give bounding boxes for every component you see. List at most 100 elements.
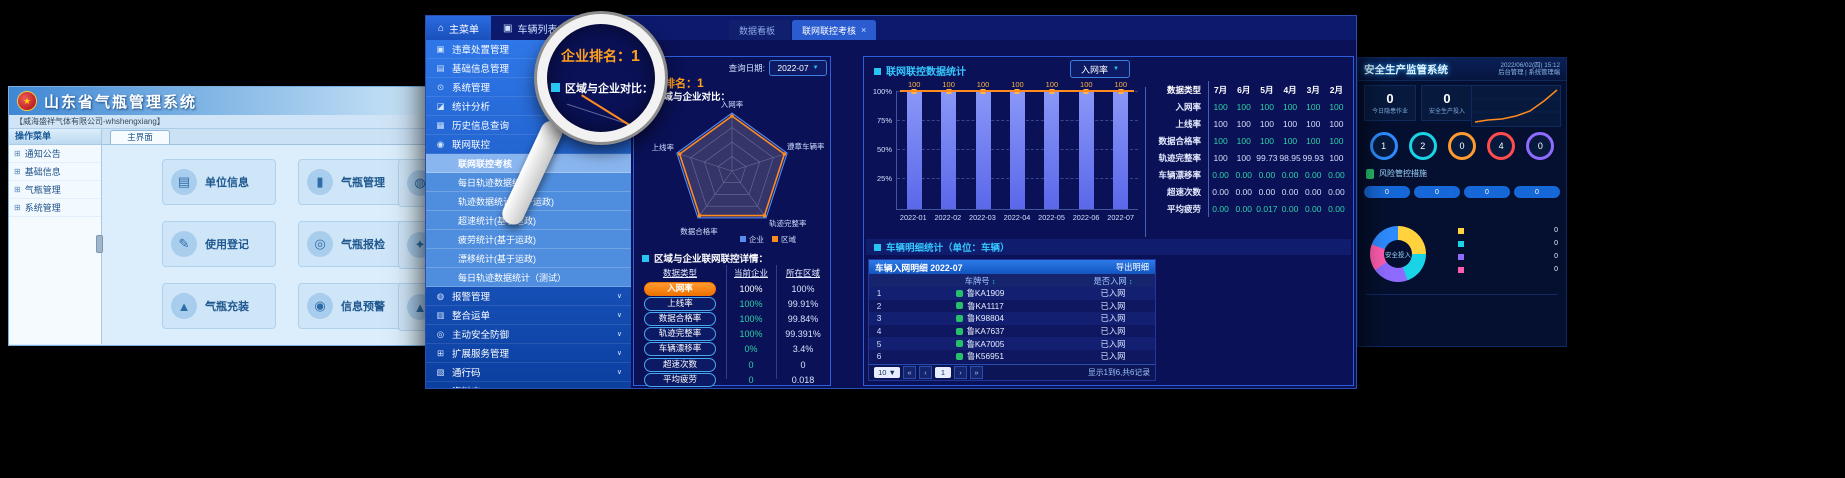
- monthly-value: 100: [1325, 153, 1348, 163]
- next-page-button[interactable]: ›: [954, 366, 967, 379]
- monthly-value: 0.00: [1278, 204, 1301, 214]
- vehicle-row[interactable]: 4 鲁KA7637 已入网: [869, 325, 1155, 338]
- export-button[interactable]: 导出明细: [1116, 261, 1149, 273]
- sidebar-menu-item[interactable]: 疲劳统计(基于运政): [426, 230, 631, 249]
- stat-tile: 0 今日隐患作业: [1364, 85, 1416, 121]
- metric-pill-button[interactable]: 上线率: [644, 297, 716, 311]
- metric-pill-button[interactable]: 车辆漂移率: [644, 342, 716, 356]
- detail-row: 入网率 100% 100%: [634, 281, 830, 296]
- stat-label: 今日隐患作业: [1372, 106, 1408, 115]
- plate-number: 鲁KA7005: [967, 338, 1005, 350]
- row-index: 1: [869, 288, 889, 298]
- shortcut-button[interactable]: ▲ 气瓶充装: [162, 283, 276, 329]
- bar: [907, 91, 922, 209]
- region-value: 0: [776, 360, 830, 370]
- sidebar-menu-item[interactable]: 超速统计(基于运政): [426, 211, 631, 230]
- monthly-value: 100: [1209, 102, 1232, 112]
- page-number-input[interactable]: 1: [935, 367, 951, 378]
- shortcut-button[interactable]: ▤ 单位信息: [162, 159, 276, 205]
- shortcut-button[interactable]: ✎ 使用登记: [162, 221, 276, 267]
- current-enterprise-value: 100%: [726, 314, 776, 324]
- bar-column[interactable]: 100: [1113, 91, 1128, 209]
- status-column-header[interactable]: 是否入网 ↕: [1071, 275, 1155, 287]
- monthly-value: 100: [1232, 153, 1255, 163]
- tab-main[interactable]: 主界面: [110, 130, 170, 144]
- bar-column[interactable]: 100: [1044, 91, 1059, 209]
- sidebar-menu-item[interactable]: 漂移统计(基于运政): [426, 249, 631, 268]
- metric-pill-button[interactable]: 平均疲劳: [644, 373, 716, 387]
- metric-pill-button[interactable]: 数据合格率: [644, 312, 716, 326]
- metric-dropdown[interactable]: 入网率 ▼: [1070, 60, 1130, 78]
- shortcut-button[interactable]: ◉ 信息预警: [298, 283, 412, 329]
- sidebar-menu-item[interactable]: ◫ 资料库 ∨: [426, 382, 631, 388]
- dashboard-tab[interactable]: 联网联控考核 ×: [792, 20, 876, 40]
- main-menu-button[interactable]: ⌂ 主菜单: [426, 16, 491, 40]
- monthly-value: 0.00: [1209, 204, 1232, 214]
- sidebar-item-label: 气瓶管理: [25, 183, 61, 196]
- metric-pill-button[interactable]: 超速次数: [644, 358, 716, 372]
- legend-swatch-icon: [1458, 228, 1464, 234]
- action-pill-button[interactable]: 0: [1514, 186, 1560, 198]
- prev-page-button[interactable]: ‹: [919, 366, 932, 379]
- metric-pill-button[interactable]: 轨迹完整率: [644, 327, 716, 341]
- vehicle-row[interactable]: 3 鲁K98804 已入网: [869, 312, 1155, 325]
- monthly-row: 入网率 100 100 100 100 100 100: [1149, 98, 1348, 115]
- expand-icon[interactable]: ⊞: [14, 185, 21, 194]
- sidebar-menu-item[interactable]: ⊞ 扩展服务管理 ∨: [426, 344, 631, 363]
- sidebar-menu-item[interactable]: ◍ 报警管理 ∨: [426, 287, 631, 306]
- chevron-down-icon: ∨: [617, 311, 622, 319]
- splitter-handle[interactable]: [96, 235, 103, 253]
- expand-icon[interactable]: ⊞: [14, 149, 21, 158]
- shortcut-label: 使用登记: [205, 236, 249, 252]
- magnified-enterprise-rank: 企业排名：1: [561, 46, 640, 66]
- monthly-value: 100: [1255, 119, 1278, 129]
- admin-label[interactable]: 后台管理: [1498, 69, 1523, 76]
- last-page-button[interactable]: »: [970, 366, 983, 379]
- page-size-select[interactable]: 10▼: [874, 367, 900, 378]
- network-status: 已入网: [1071, 287, 1155, 299]
- sidebar-menu-item[interactable]: 每日轨迹数据统计（测试）: [426, 268, 631, 287]
- sort-icon: ↕: [1129, 279, 1133, 286]
- query-date-select[interactable]: 2022-07 ▼: [769, 60, 827, 76]
- action-pill-button[interactable]: 0: [1364, 186, 1410, 198]
- vehicle-row[interactable]: 1 鲁KA1909 已入网: [869, 287, 1155, 300]
- plate-column-header[interactable]: 车牌号 ↕: [889, 275, 1071, 287]
- first-page-button[interactable]: «: [903, 366, 916, 379]
- menu-item-icon: ▣: [435, 44, 446, 55]
- vehicle-list-label: 车辆列表: [518, 21, 558, 36]
- sidebar-item[interactable]: ⊞ 气瓶管理: [9, 181, 101, 199]
- vehicle-row[interactable]: 6 鲁K56951 已入网: [869, 350, 1155, 363]
- bar-column[interactable]: 100: [1079, 91, 1094, 209]
- bar-column[interactable]: 100: [941, 91, 956, 209]
- action-pill-button[interactable]: 0: [1414, 186, 1460, 198]
- sidebar-menu-item[interactable]: ▥ 整合运单 ∨: [426, 306, 631, 325]
- menu-item-icon: ▥: [435, 310, 446, 321]
- sidebar-item-label: 通知公告: [25, 147, 61, 160]
- radar-axis-label: 轨迹完整率: [769, 218, 807, 228]
- shortcut-icon: ◉: [307, 293, 333, 319]
- expand-icon[interactable]: ⊞: [14, 167, 21, 176]
- dashboard-tab[interactable]: 数据看板: [729, 20, 790, 40]
- bar-column[interactable]: 100: [976, 91, 991, 209]
- sidebar-item[interactable]: ⊞ 基础信息: [9, 163, 101, 181]
- bar-column[interactable]: 100: [907, 91, 922, 209]
- sidebar-item[interactable]: ⊞ 系统管理: [9, 199, 101, 217]
- close-icon[interactable]: ×: [861, 25, 866, 35]
- vehicle-row[interactable]: 2 鲁KA1117 已入网: [869, 300, 1155, 313]
- detail-row: 超速次数 0 0: [634, 357, 830, 372]
- sidebar-menu-item[interactable]: ▨ 通行码 ∨: [426, 363, 631, 382]
- monthly-value: 0.00: [1232, 187, 1255, 197]
- menu-item-icon: ◎: [435, 329, 446, 340]
- bar-column[interactable]: 100: [1010, 91, 1025, 209]
- vehicle-row[interactable]: 5 鲁KA7005 已入网: [869, 337, 1155, 350]
- metric-pill-button[interactable]: 入网率: [644, 282, 716, 296]
- sidebar-item[interactable]: ⊞ 通知公告: [9, 145, 101, 163]
- shortcut-button[interactable]: ▮ 气瓶管理: [298, 159, 412, 205]
- sidebar-menu-item[interactable]: ◎ 主动安全防御 ∨: [426, 325, 631, 344]
- truck-icon: [956, 353, 963, 360]
- expand-icon[interactable]: ⊞: [14, 203, 21, 212]
- action-pill-button[interactable]: 0: [1464, 186, 1510, 198]
- plate-number: 鲁KA7637: [967, 325, 1005, 337]
- shortcut-button[interactable]: ◎ 气瓶报检: [298, 221, 412, 267]
- investment-donut-chart: 安全投入: [1370, 226, 1426, 282]
